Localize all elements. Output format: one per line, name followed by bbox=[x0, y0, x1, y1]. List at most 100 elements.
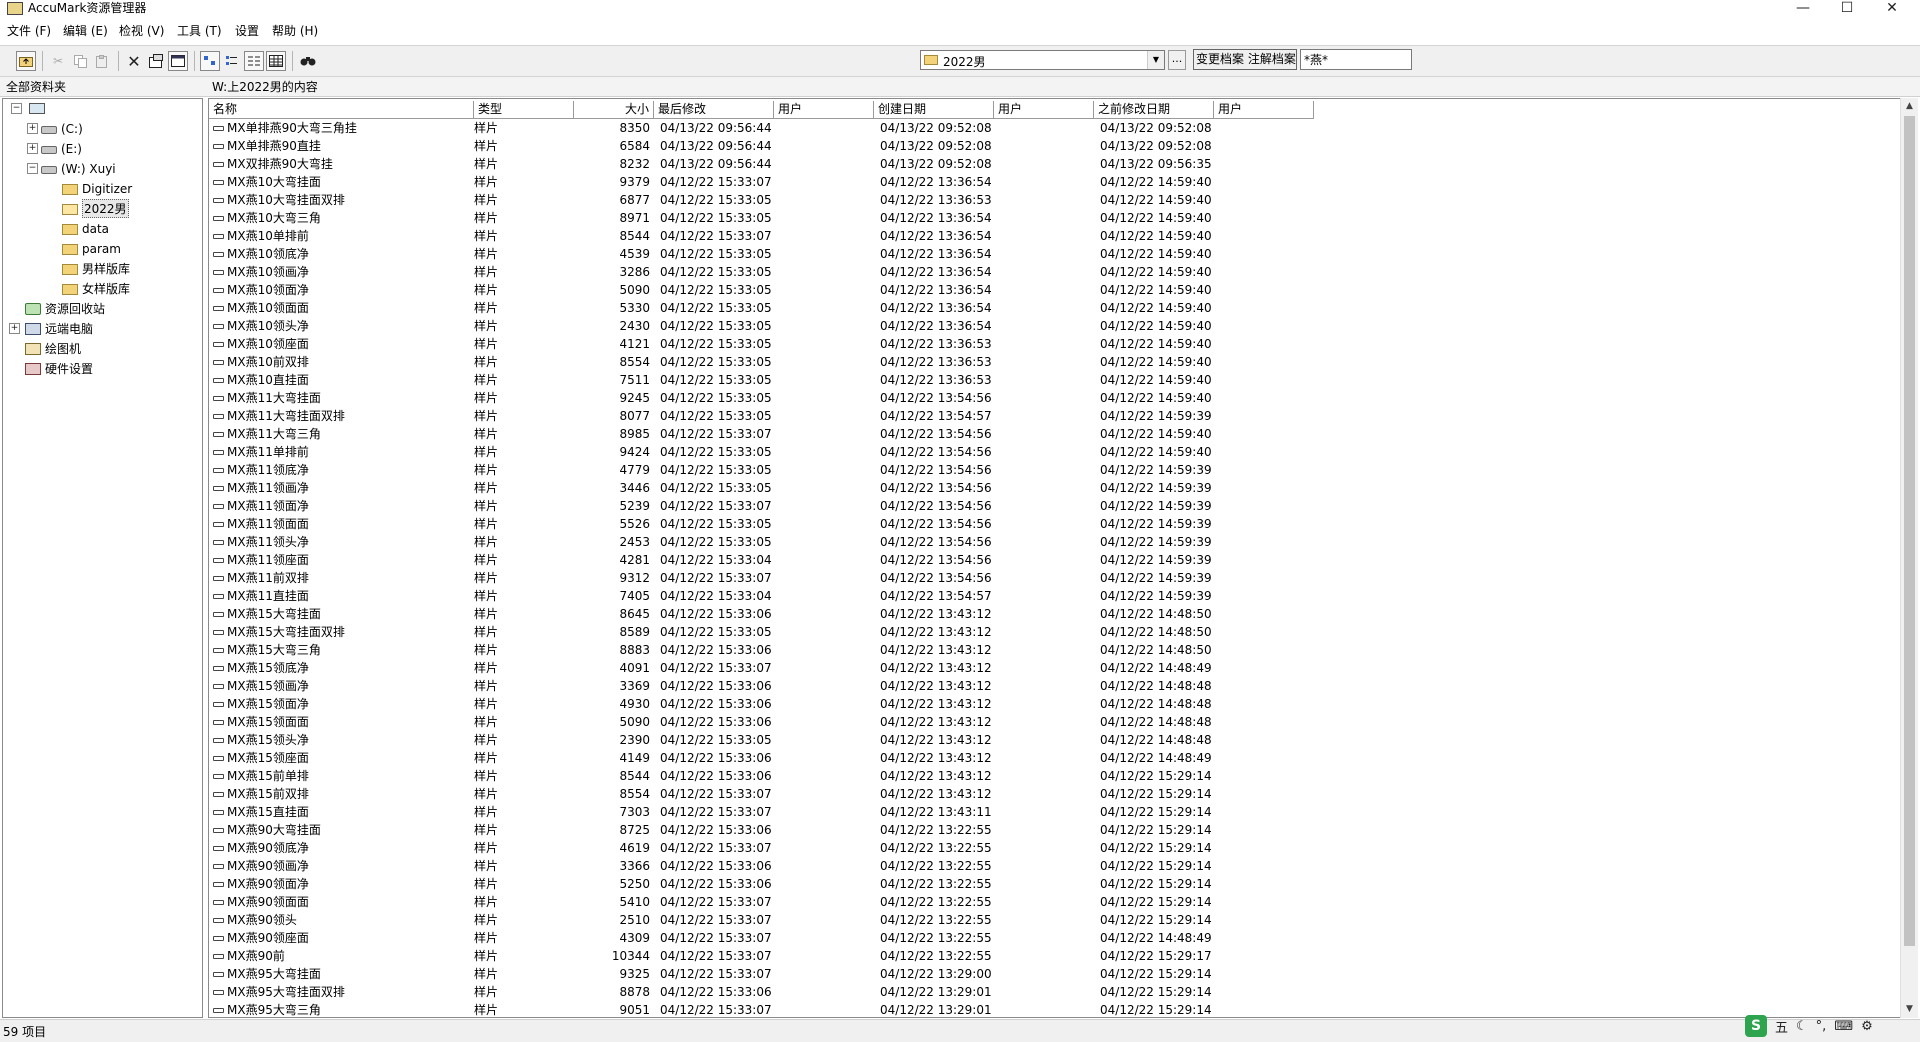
table-row[interactable]: MX燕10直挂面 样片 7511 04/12/22 15:33:05 04/12/22 … bbox=[209, 372, 1901, 390]
moon-icon[interactable]: ☾ bbox=[1796, 1019, 1808, 1034]
path-combobox[interactable]: 2022男 ▼ bbox=[920, 50, 1165, 70]
table-row[interactable]: MX燕15直挂面 样片 7303 04/12/22 15:33:07 04/12/22 … bbox=[209, 804, 1901, 822]
filter-input[interactable] bbox=[1300, 49, 1412, 70]
tree-node-male-library[interactable]: 男样版库 bbox=[7, 259, 130, 278]
keyboard-icon[interactable]: ⌨ bbox=[1834, 1019, 1853, 1034]
menu-view[interactable]: 检视 (V) bbox=[119, 23, 164, 39]
table-row[interactable]: MX燕10大弯挂面双排 样片 6877 04/12/22 15:33:05 04/12/… bbox=[209, 192, 1901, 210]
table-row[interactable]: MX燕95大弯挂面双排 样片 8878 04/12/22 15:33:06 04/12/… bbox=[209, 984, 1901, 1002]
tree-node-drive-c[interactable]: + (C:) bbox=[7, 119, 83, 138]
column-header-user[interactable]: 用户 bbox=[1214, 101, 1314, 119]
file-list[interactable]: 名称 类型 大小 最后修改 用户 创建日期 用户 之前修改日期 用户 MX单排燕… bbox=[208, 98, 1902, 1018]
table-row[interactable]: MX燕10前双排 样片 8554 04/12/22 15:33:05 04/12/22 … bbox=[209, 354, 1901, 372]
table-row[interactable]: MX燕10大弯挂面 样片 9379 04/12/22 15:33:07 04/12/22… bbox=[209, 174, 1901, 192]
table-row[interactable]: MX燕11领底净 样片 4779 04/12/22 15:33:05 04/12/22 … bbox=[209, 462, 1901, 480]
table-row[interactable]: MX单排燕90大弯三角挂 样片 8350 04/13/22 09:56:44 04/13… bbox=[209, 120, 1901, 138]
expand-toggle[interactable]: + bbox=[27, 123, 38, 134]
table-row[interactable]: MX燕11大弯挂面 样片 9245 04/12/22 15:33:05 04/12/22… bbox=[209, 390, 1901, 408]
table-row[interactable]: MX燕15前双排 样片 8554 04/12/22 15:33:07 04/12/22 … bbox=[209, 786, 1901, 804]
vertical-scrollbar[interactable]: ▲ ▼ bbox=[1900, 98, 1918, 1018]
list-view-icon[interactable] bbox=[244, 51, 264, 71]
large-icons-icon[interactable] bbox=[200, 51, 220, 71]
menu-tools[interactable]: 工具 (T) bbox=[177, 23, 222, 39]
expand-toggle[interactable]: + bbox=[27, 143, 38, 154]
tree-node-2022-male[interactable]: 2022男 bbox=[7, 199, 129, 218]
find-icon[interactable] bbox=[298, 51, 318, 71]
ime-logo-icon[interactable]: S bbox=[1745, 1015, 1767, 1037]
tree-node-data[interactable]: data bbox=[7, 219, 109, 238]
close-button[interactable]: ✕ bbox=[1870, 0, 1914, 17]
tree-node-computer[interactable]: − bbox=[7, 99, 49, 118]
tree-node-drive-e[interactable]: + (E:) bbox=[7, 139, 82, 158]
table-row[interactable]: MX燕11大弯挂面双排 样片 8077 04/12/22 15:33:05 04/12/… bbox=[209, 408, 1901, 426]
table-row[interactable]: MX燕11领面净 样片 5239 04/12/22 15:33:07 04/12/22 … bbox=[209, 498, 1901, 516]
table-row[interactable]: MX燕11前双排 样片 9312 04/12/22 15:33:07 04/12/22 … bbox=[209, 570, 1901, 588]
menu-help[interactable]: 帮助 (H) bbox=[272, 23, 318, 39]
column-header-name[interactable]: 名称 bbox=[209, 101, 474, 119]
table-row[interactable]: MX燕15大弯挂面双排 样片 8589 04/12/22 15:33:05 04/12/… bbox=[209, 624, 1901, 642]
scroll-thumb[interactable] bbox=[1904, 116, 1915, 946]
settings-icon[interactable]: ⚙ bbox=[1861, 1019, 1873, 1034]
column-header-created[interactable]: 创建日期 bbox=[874, 101, 994, 119]
new-window-icon[interactable] bbox=[168, 51, 188, 71]
tree-node-remote-computer[interactable]: + 远端电脑 bbox=[7, 319, 93, 338]
table-row[interactable]: MX燕10领面面 样片 5330 04/12/22 15:33:05 04/12/22 … bbox=[209, 300, 1901, 318]
up-folder-icon[interactable] bbox=[16, 51, 36, 71]
table-row[interactable]: MX燕90领画净 样片 3366 04/12/22 15:33:06 04/12/22 … bbox=[209, 858, 1901, 876]
table-row[interactable]: MX燕15领面面 样片 5090 04/12/22 15:33:06 04/12/22 … bbox=[209, 714, 1901, 732]
tree-node-plotter[interactable]: 绘图机 bbox=[7, 339, 81, 358]
collapse-toggle[interactable]: − bbox=[11, 103, 22, 114]
table-row[interactable]: MX燕95大弯挂面 样片 9325 04/12/22 15:33:07 04/12/22… bbox=[209, 966, 1901, 984]
tree-node-digitizer[interactable]: Digitizer bbox=[7, 179, 132, 198]
expand-toggle[interactable]: + bbox=[9, 323, 20, 334]
column-header-user[interactable]: 用户 bbox=[774, 101, 874, 119]
ime-mode[interactable]: 五 bbox=[1775, 1017, 1788, 1036]
collapse-toggle[interactable]: − bbox=[27, 163, 38, 174]
folder-tree[interactable]: − + (C:) + (E:) − (W:) Xuyi Digitizer 20… bbox=[2, 98, 203, 1018]
table-row[interactable]: MX燕10领头净 样片 2430 04/12/22 15:33:05 04/12/22 … bbox=[209, 318, 1901, 336]
paste-icon[interactable] bbox=[92, 51, 112, 71]
table-row[interactable]: MX燕15大弯挂面 样片 8645 04/12/22 15:33:06 04/12/22… bbox=[209, 606, 1901, 624]
table-row[interactable]: MX燕10领底净 样片 4539 04/12/22 15:33:05 04/12/22 … bbox=[209, 246, 1901, 264]
table-row[interactable]: MX双排燕90大弯挂 样片 8232 04/13/22 09:56:44 04/13/2… bbox=[209, 156, 1901, 174]
table-row[interactable]: MX燕15领画净 样片 3369 04/12/22 15:33:06 04/12/22 … bbox=[209, 678, 1901, 696]
column-header-type[interactable]: 类型 bbox=[474, 101, 574, 119]
details-view-icon[interactable] bbox=[266, 51, 286, 71]
table-row[interactable]: MX燕90领座面 样片 4309 04/12/22 15:33:07 04/12/22 … bbox=[209, 930, 1901, 948]
tree-node-param[interactable]: param bbox=[7, 239, 121, 258]
column-header-user[interactable]: 用户 bbox=[994, 101, 1094, 119]
table-row[interactable]: MX燕90领底净 样片 4619 04/12/22 15:33:07 04/12/22 … bbox=[209, 840, 1901, 858]
scroll-up-icon[interactable]: ▲ bbox=[1901, 98, 1918, 115]
table-row[interactable]: MX燕90领头 样片 2510 04/12/22 15:33:07 04/12/22 1… bbox=[209, 912, 1901, 930]
filter-button[interactable]: 变更档案 注解档案 bbox=[1193, 49, 1297, 70]
table-row[interactable]: MX燕15大弯三角 样片 8883 04/12/22 15:33:06 04/12/22… bbox=[209, 642, 1901, 660]
table-row[interactable]: MX燕90领面净 样片 5250 04/12/22 15:33:06 04/12/22 … bbox=[209, 876, 1901, 894]
menu-edit[interactable]: 编辑 (E) bbox=[63, 23, 108, 39]
column-header-size[interactable]: 大小 bbox=[574, 101, 654, 119]
browse-button[interactable]: ... bbox=[1168, 50, 1186, 70]
table-row[interactable]: MX燕11领头净 样片 2453 04/12/22 15:33:05 04/12/22 … bbox=[209, 534, 1901, 552]
table-row[interactable]: MX燕15领底净 样片 4091 04/12/22 15:33:07 04/12/22 … bbox=[209, 660, 1901, 678]
tree-node-recycle-bin[interactable]: 资源回收站 bbox=[7, 299, 105, 318]
table-row[interactable]: MX燕11直挂面 样片 7405 04/12/22 15:33:04 04/12/22 … bbox=[209, 588, 1901, 606]
table-row[interactable]: MX燕10大弯三角 样片 8971 04/12/22 15:33:05 04/12/22… bbox=[209, 210, 1901, 228]
table-row[interactable]: MX燕10领画净 样片 3286 04/12/22 15:33:05 04/12/22 … bbox=[209, 264, 1901, 282]
tree-node-hardware[interactable]: 硬件设置 bbox=[7, 359, 93, 378]
table-row[interactable]: MX燕10领座面 样片 4121 04/12/22 15:33:05 04/12/22 … bbox=[209, 336, 1901, 354]
table-row[interactable]: MX燕15前单排 样片 8544 04/12/22 15:33:06 04/12/22 … bbox=[209, 768, 1901, 786]
table-row[interactable]: MX燕90领面面 样片 5410 04/12/22 15:33:07 04/12/22 … bbox=[209, 894, 1901, 912]
column-header-previous-modified[interactable]: 之前修改日期 bbox=[1094, 101, 1214, 119]
table-row[interactable]: MX燕11单排前 样片 9424 04/12/22 15:33:05 04/12/22 … bbox=[209, 444, 1901, 462]
menu-settings[interactable]: 设置 bbox=[235, 23, 259, 39]
table-row[interactable]: MX燕10单排前 样片 8544 04/12/22 15:33:07 04/12/22 … bbox=[209, 228, 1901, 246]
cut-icon[interactable]: ✂ bbox=[48, 51, 68, 71]
table-row[interactable]: MX燕11领画净 样片 3446 04/12/22 15:33:05 04/12/22 … bbox=[209, 480, 1901, 498]
properties-icon[interactable] bbox=[146, 51, 166, 71]
table-row[interactable]: MX燕11领面面 样片 5526 04/12/22 15:33:05 04/12/22 … bbox=[209, 516, 1901, 534]
table-row[interactable]: MX单排燕90直挂 样片 6584 04/13/22 09:56:44 04/13/22… bbox=[209, 138, 1901, 156]
copy-icon[interactable] bbox=[70, 51, 90, 71]
chevron-down-icon[interactable]: ▼ bbox=[1147, 51, 1164, 69]
table-row[interactable]: MX燕90大弯挂面 样片 8725 04/12/22 15:33:06 04/12/22… bbox=[209, 822, 1901, 840]
column-header-modified[interactable]: 最后修改 bbox=[654, 101, 774, 119]
tree-node-drive-w[interactable]: − (W:) Xuyi bbox=[7, 159, 116, 178]
